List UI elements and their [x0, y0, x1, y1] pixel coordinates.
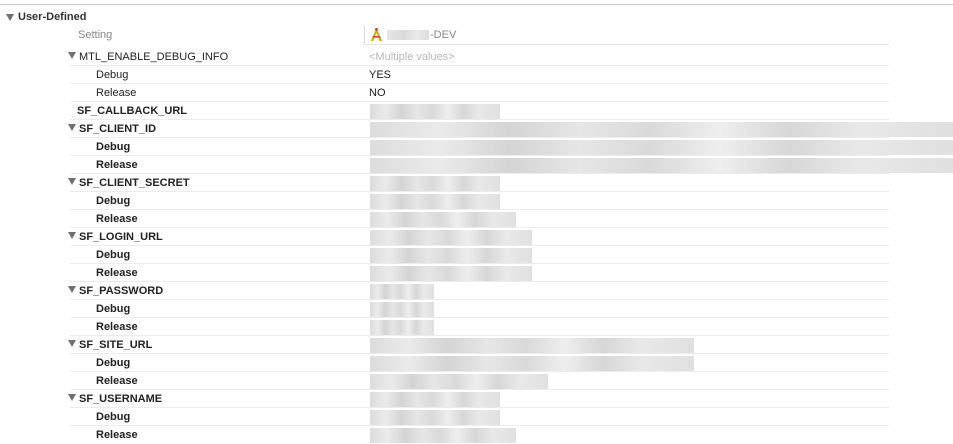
- configuration-label: Debug: [96, 141, 131, 153]
- configuration-label: Release: [96, 267, 138, 279]
- redacted-value: [370, 176, 500, 191]
- setting-row-release[interactable]: Release: [70, 156, 953, 174]
- setting-row-sf-login-url[interactable]: SF_LOGIN_URL: [68, 228, 889, 246]
- setting-name: MTL_ENABLE_DEBUG_INFO: [79, 51, 229, 63]
- configuration-label: Debug: [96, 411, 131, 423]
- configuration-label: Debug: [96, 249, 131, 261]
- redacted-target-name: [387, 29, 429, 40]
- setting-row-sf-site-url[interactable]: SF_SITE_URL: [68, 336, 889, 354]
- setting-row-release[interactable]: Release NO: [70, 84, 889, 102]
- setting-name: SF_CLIENT_SECRET: [79, 177, 190, 189]
- disclosure-triangle-icon[interactable]: [6, 13, 14, 21]
- redacted-value: [370, 230, 532, 245]
- setting-row-sf-client-id[interactable]: SF_CLIENT_ID: [68, 120, 953, 138]
- section-title: User-Defined: [18, 11, 87, 23]
- configuration-label: Debug: [96, 69, 129, 81]
- column-header-setting: Setting: [78, 29, 113, 41]
- setting-name: SF_SITE_URL: [79, 339, 153, 351]
- disclosure-triangle-icon[interactable]: [68, 178, 76, 185]
- disclosure-triangle-icon[interactable]: [68, 394, 76, 401]
- configuration-label: Release: [96, 87, 137, 99]
- setting-row-debug[interactable]: Debug: [70, 246, 889, 264]
- setting-row-debug[interactable]: Debug: [70, 192, 889, 210]
- redacted-value: [370, 356, 694, 371]
- configuration-label: Release: [96, 213, 138, 225]
- setting-row-sf-password[interactable]: SF_PASSWORD: [68, 282, 889, 300]
- xcode-app-icon: [370, 27, 383, 42]
- redacted-value: [370, 428, 516, 443]
- section-user-defined[interactable]: User-Defined: [6, 10, 86, 24]
- setting-row-release[interactable]: Release: [70, 372, 889, 390]
- setting-value[interactable]: NO: [369, 87, 386, 99]
- redacted-value: [370, 374, 548, 389]
- column-divider: [364, 26, 365, 44]
- redacted-value: [370, 320, 434, 335]
- setting-row-release[interactable]: Release: [70, 318, 889, 336]
- redacted-value: [370, 140, 953, 155]
- setting-row-sf-callback-url[interactable]: SF_CALLBACK_URL: [70, 102, 889, 120]
- redacted-value: [370, 410, 500, 425]
- top-divider: [0, 4, 953, 5]
- configuration-label: Debug: [96, 357, 131, 369]
- setting-row-debug[interactable]: Debug: [70, 300, 889, 318]
- setting-name: SF_CLIENT_ID: [79, 123, 157, 135]
- setting-name: SF_USERNAME: [79, 393, 163, 405]
- redacted-value: [370, 104, 500, 119]
- redacted-value: [370, 248, 532, 263]
- configuration-label: Release: [96, 375, 138, 387]
- setting-row-debug[interactable]: Debug: [70, 354, 889, 372]
- disclosure-triangle-icon[interactable]: [68, 286, 76, 293]
- disclosure-triangle-icon[interactable]: [68, 340, 76, 347]
- setting-row-debug[interactable]: Debug: [70, 408, 889, 426]
- setting-value[interactable]: <Multiple values>: [369, 51, 455, 63]
- setting-row-release[interactable]: Release: [70, 264, 889, 282]
- column-header-target[interactable]: -DEV: [369, 27, 456, 42]
- redacted-value: [370, 284, 434, 299]
- redacted-value: [370, 158, 953, 173]
- disclosure-triangle-icon[interactable]: [68, 124, 76, 131]
- redacted-value: [370, 338, 694, 353]
- setting-row-debug[interactable]: Debug: [70, 138, 953, 156]
- setting-name: SF_LOGIN_URL: [79, 231, 163, 243]
- redacted-value: [370, 266, 532, 281]
- redacted-value: [370, 122, 953, 137]
- target-suffix: -DEV: [430, 28, 457, 41]
- configuration-label: Release: [96, 429, 138, 441]
- disclosure-triangle-icon[interactable]: [68, 52, 76, 59]
- setting-row-sf-username[interactable]: SF_USERNAME: [68, 390, 889, 408]
- header-divider: [364, 44, 889, 45]
- setting-name: SF_CALLBACK_URL: [77, 105, 187, 117]
- setting-value[interactable]: YES: [369, 69, 391, 81]
- setting-row-release[interactable]: Release: [70, 426, 889, 444]
- configuration-label: Debug: [96, 195, 131, 207]
- disclosure-triangle-icon[interactable]: [68, 232, 76, 239]
- redacted-value: [370, 302, 434, 317]
- configuration-label: Release: [96, 159, 138, 171]
- redacted-value: [370, 194, 500, 209]
- configuration-label: Debug: [96, 303, 131, 315]
- redacted-value: [370, 212, 516, 227]
- configuration-label: Release: [96, 321, 138, 333]
- setting-row-release[interactable]: Release: [70, 210, 889, 228]
- setting-row-sf-client-secret[interactable]: SF_CLIENT_SECRET: [68, 174, 889, 192]
- redacted-value: [370, 392, 500, 407]
- setting-row-mtl-enable-debug-info[interactable]: MTL_ENABLE_DEBUG_INFO <Multiple values>: [68, 48, 889, 66]
- setting-row-debug[interactable]: Debug YES: [70, 66, 889, 84]
- setting-name: SF_PASSWORD: [79, 285, 164, 297]
